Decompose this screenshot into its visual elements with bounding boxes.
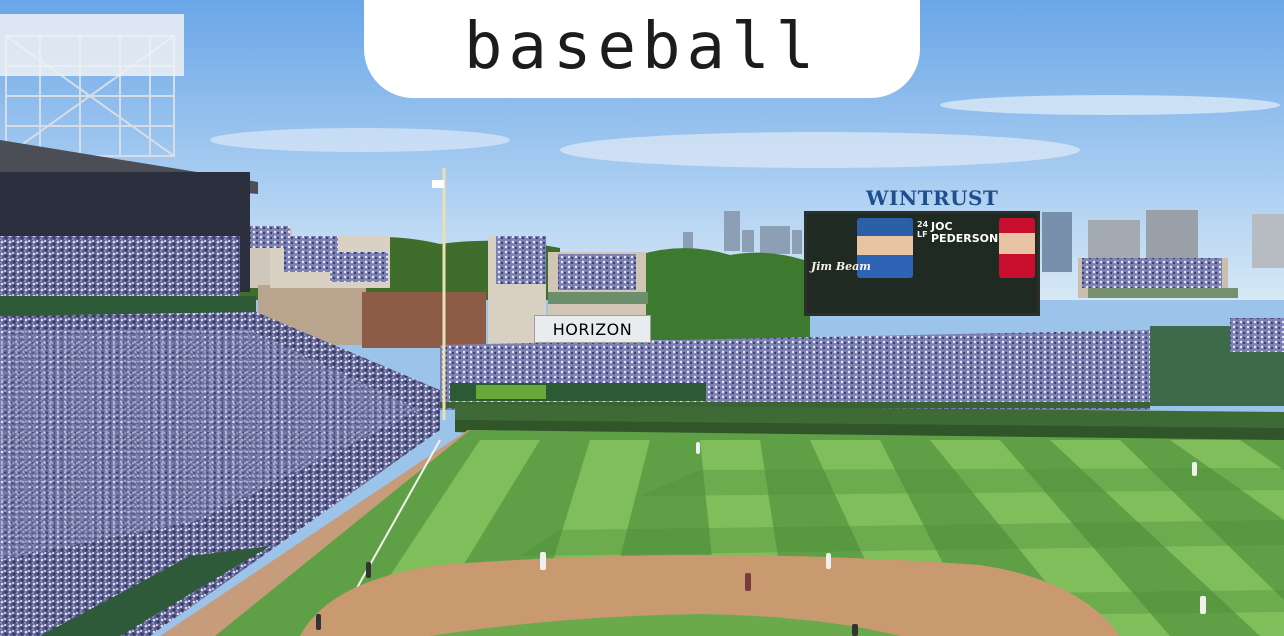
- pitcher-photo: [999, 218, 1035, 278]
- caption-label: baseball: [364, 0, 920, 98]
- ad-banner-logo: [476, 385, 546, 399]
- caption-text: baseball: [463, 10, 821, 84]
- building-sign: HORIZON: [534, 315, 651, 343]
- board-brand: Jim Beam: [811, 260, 871, 273]
- player-number: 24: [917, 220, 929, 229]
- cloud: [940, 95, 1280, 115]
- trees: [630, 248, 810, 340]
- light-bank: [0, 14, 184, 76]
- upper-deck-crowd: [0, 236, 240, 302]
- player-name: JOC PEDERSON: [931, 221, 998, 245]
- player-last-name: PEDERSON: [931, 232, 999, 245]
- scoreboard-sponsor: WINTRUST: [866, 186, 999, 210]
- flag: [432, 180, 444, 188]
- cloud: [560, 132, 1080, 168]
- cloud: [210, 128, 510, 152]
- video-scoreboard: 24 LF JOC PEDERSON Jim Beam: [804, 211, 1040, 316]
- player-position: LF: [917, 230, 928, 239]
